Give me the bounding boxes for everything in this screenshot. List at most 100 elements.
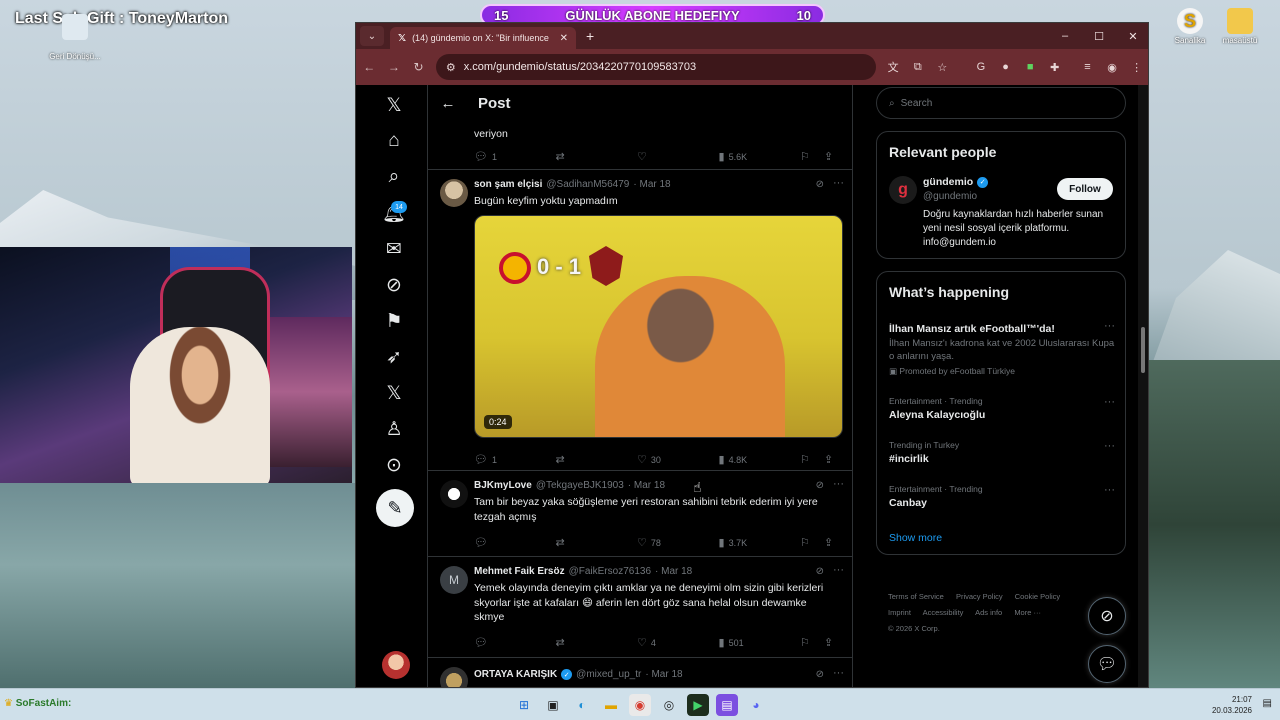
tweet-date[interactable]: · Mar 18 — [633, 179, 670, 190]
site-info-icon[interactable]: ⚙ — [446, 61, 456, 74]
grok-icon[interactable]: ⊘ — [380, 271, 408, 299]
more-options-icon[interactable]: ··· — [833, 177, 844, 189]
reply-button[interactable]: 💬︎ 1 — [474, 453, 504, 466]
share-icon[interactable]: ⇪ — [824, 150, 833, 163]
profile-person-icon[interactable]: ♙ — [380, 415, 408, 443]
browser-menu-icon[interactable]: ⋮ — [1129, 61, 1144, 74]
scrollbar-thumb[interactable] — [1141, 327, 1145, 373]
grok-explain-icon[interactable]: ⊘ — [816, 566, 824, 577]
task-view-icon[interactable]: ▣ — [542, 694, 564, 716]
bookmark-star-icon[interactable]: ☆ — [935, 61, 950, 74]
extension-honey-icon[interactable]: ● — [998, 61, 1013, 73]
tab-search-dropdown-icon[interactable]: ⌄ — [360, 26, 384, 46]
extensions-puzzle-icon[interactable]: ✚ — [1047, 61, 1062, 74]
messages-envelope-icon[interactable]: ✉ — [380, 235, 408, 263]
user-handle[interactable]: @mixed_up_tr — [576, 669, 641, 680]
translate-icon[interactable]: 文 — [886, 59, 901, 75]
trend-item[interactable]: İlhan Mansız artık eFootball™'da! İlhan … — [889, 320, 1115, 377]
tab-x-post[interactable]: 𝕏 (14) gündemio on X: "Bir influence ✕ — [390, 27, 576, 49]
bookmark-icon[interactable]: ⚐ — [800, 636, 810, 649]
show-more-link[interactable]: Show more — [889, 532, 942, 544]
user-avatar[interactable] — [440, 480, 468, 508]
trend-more-icon[interactable]: ··· — [1104, 484, 1115, 496]
trend-item[interactable]: Entertainment · Trending Canbay ··· — [889, 484, 1115, 509]
reply-button[interactable]: 💬︎ — [474, 536, 504, 549]
like-button[interactable]: ♡ 4 — [637, 636, 667, 649]
views-button[interactable]: ▮ 3.7K — [719, 536, 749, 549]
grok-explain-icon[interactable]: ⊘ — [816, 179, 824, 190]
trend-more-icon[interactable]: ··· — [1104, 320, 1115, 332]
relevant-person-name[interactable]: gündemio — [923, 176, 973, 188]
jobs-rocket-icon[interactable]: ➶ — [380, 343, 408, 371]
footer-link[interactable]: Accessibility — [923, 608, 964, 617]
share-icon[interactable]: ⇪ — [824, 453, 833, 466]
trend-more-icon[interactable]: ··· — [1104, 440, 1115, 452]
page-scrollbar[interactable] — [1138, 85, 1148, 687]
user-avatar[interactable] — [440, 667, 468, 687]
x-logo-icon[interactable]: 𝕏 — [380, 91, 408, 119]
notification-center-icon[interactable]: ▤ — [1263, 698, 1272, 709]
footer-link[interactable]: More ··· — [1014, 608, 1041, 617]
edge-icon[interactable]: ◐ — [571, 694, 593, 716]
more-options-icon[interactable]: ··· — [833, 667, 844, 679]
extension-green-icon[interactable]: ■ — [1023, 61, 1038, 73]
tweet-date[interactable]: · Mar 18 — [628, 480, 665, 491]
premium-x-icon[interactable]: 𝕏 — [380, 379, 408, 407]
start-windows-icon[interactable]: ⊞ — [513, 694, 535, 716]
share-icon[interactable]: ⇪ — [824, 536, 833, 549]
retweet-button[interactable]: ⇄ — [556, 636, 586, 649]
user-handle[interactable]: @TekgayeBJK1903 — [536, 480, 624, 491]
footer-link[interactable]: Terms of Service — [888, 592, 944, 601]
bookmark-icon[interactable]: ⚐ — [800, 453, 810, 466]
desktop-icon-masaustu[interactable]: masaüstü — [1210, 8, 1270, 45]
more-options-icon[interactable]: ··· — [833, 478, 844, 490]
user-avatar[interactable] — [440, 179, 468, 207]
tweet-date[interactable]: · Mar 18 — [645, 669, 682, 680]
tab-close-icon[interactable]: ✕ — [560, 33, 568, 44]
share-icon[interactable]: ⇪ — [824, 636, 833, 649]
file-explorer-icon[interactable]: ▬ — [600, 694, 622, 716]
taskbar-clock[interactable]: 21:07 20.03.2026 — [1212, 694, 1252, 716]
tweet-video[interactable]: 0 - 1 0:24 — [474, 215, 843, 438]
profile-avatar-icon[interactable]: ◉ — [1105, 61, 1120, 74]
user-display-name[interactable]: son şam elçisi — [474, 179, 542, 190]
back-arrow-icon[interactable]: ← — [428, 95, 468, 112]
minimize-icon[interactable]: – — [1048, 23, 1082, 49]
compose-post-button[interactable]: ✎ — [376, 489, 414, 527]
cast-icon[interactable]: ⧉ — [910, 61, 925, 74]
reply-tweet[interactable]: son şam elçisi @SadihanM56479 · Mar 18 ⊘… — [428, 171, 852, 471]
obs-icon[interactable]: ◎ — [658, 694, 680, 716]
explore-search-icon[interactable]: ⌕ — [380, 163, 408, 191]
media-control-icon[interactable]: ≡ — [1080, 61, 1095, 73]
bookmarks-icon[interactable]: ⚑ — [380, 307, 408, 335]
user-avatar[interactable]: M — [440, 566, 468, 594]
retweet-button[interactable]: ⇄ — [556, 453, 586, 466]
reply-button[interactable]: 💬︎ — [474, 636, 504, 649]
views-button[interactable]: ▮ 501 — [719, 636, 749, 649]
like-button[interactable]: ♡ 30 — [637, 453, 667, 466]
bookmark-icon[interactable]: ⚐ — [800, 536, 810, 549]
retweet-button[interactable]: ⇄ — [556, 536, 586, 549]
account-avatar[interactable] — [382, 651, 410, 679]
new-tab-icon[interactable]: + — [586, 28, 594, 44]
reply-tweet[interactable]: BJKmyLove @TekgayeBJK1903 · Mar 18 ⊘ ···… — [428, 472, 852, 557]
like-button[interactable]: ♡ 78 — [637, 536, 667, 549]
footer-link[interactable]: Ads info — [975, 608, 1002, 617]
relevant-person-handle[interactable]: @gundemio — [923, 191, 977, 202]
user-handle[interactable]: @SadihanM56479 — [546, 179, 629, 190]
address-bar[interactable]: ⚙ x.com/gundemio/status/2034220770109583… — [435, 54, 876, 80]
grok-fab-icon[interactable]: ⊘ — [1088, 597, 1126, 635]
grok-explain-icon[interactable]: ⊘ — [816, 480, 824, 491]
user-display-name[interactable]: BJKmyLove — [474, 480, 532, 491]
footer-link[interactable]: Privacy Policy — [956, 592, 1003, 601]
messages-fab-icon[interactable]: 💬︎ — [1088, 645, 1126, 683]
home-icon[interactable]: ⌂ — [380, 127, 408, 155]
close-window-icon[interactable]: ✕ — [1116, 23, 1148, 49]
bookmark-icon[interactable]: ⚐ — [800, 150, 810, 163]
trend-item[interactable]: Entertainment · Trending Aleyna Kalaycıo… — [889, 396, 1115, 421]
like-button[interactable]: ♡ — [637, 150, 667, 163]
twitch-icon[interactable]: ▤ — [716, 694, 738, 716]
trend-item[interactable]: Trending in Turkey #incirlik ··· — [889, 440, 1115, 465]
desktop-icon-recycle-bin[interactable]: Geri Dönüşü... — [45, 14, 105, 61]
forward-arrow-icon[interactable]: → — [387, 60, 402, 74]
